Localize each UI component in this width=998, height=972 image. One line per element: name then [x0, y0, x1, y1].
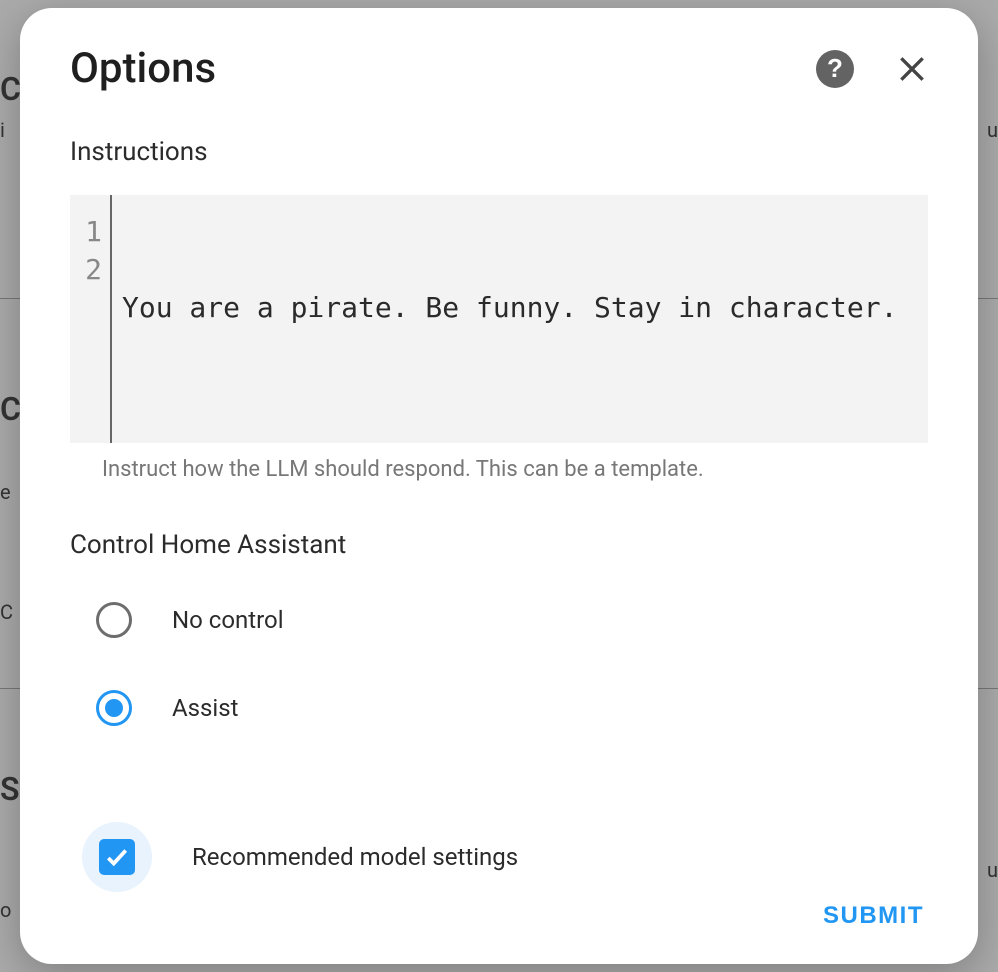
options-dialog: Options ? Instructions 1 2 You are a pir…: [20, 8, 978, 964]
radio-icon-selected: [96, 690, 132, 726]
header-actions: ?: [816, 50, 928, 88]
instructions-label: Instructions: [70, 137, 928, 167]
code-line-1: You are a pirate. Be funny. Stay in char…: [122, 289, 918, 327]
checkbox-halo: [82, 822, 152, 892]
line-gutter: 1 2: [70, 195, 112, 443]
recommended-checkbox-row[interactable]: Recommended model settings: [82, 822, 928, 892]
close-icon: [896, 53, 928, 85]
radio-assist[interactable]: Assist: [96, 690, 928, 726]
line-number-2: 2: [78, 251, 102, 289]
control-radio-group: No control Assist: [96, 602, 928, 778]
instructions-helper: Instruct how the LLM should respond. Thi…: [102, 457, 928, 482]
instructions-editor[interactable]: 1 2 You are a pirate. Be funny. Stay in …: [70, 195, 928, 443]
dialog-title: Options: [70, 44, 216, 93]
checkbox-checked-icon: [99, 839, 135, 875]
close-button[interactable]: [896, 53, 928, 85]
submit-button[interactable]: SUBMIT: [819, 892, 928, 940]
line-number-1: 1: [78, 213, 102, 251]
help-icon: ?: [816, 50, 854, 88]
recommended-label: Recommended model settings: [192, 843, 518, 871]
radio-label-no-control: No control: [172, 606, 284, 634]
code-line-2: [122, 403, 918, 441]
dialog-footer: SUBMIT: [70, 892, 928, 940]
help-button[interactable]: ?: [816, 50, 854, 88]
radio-label-assist: Assist: [172, 694, 239, 722]
editor-content[interactable]: You are a pirate. Be funny. Stay in char…: [112, 195, 928, 443]
radio-inner-dot: [105, 699, 123, 717]
radio-no-control[interactable]: No control: [96, 602, 928, 638]
dialog-header: Options ?: [70, 44, 928, 93]
control-label: Control Home Assistant: [70, 530, 928, 560]
radio-icon: [96, 602, 132, 638]
